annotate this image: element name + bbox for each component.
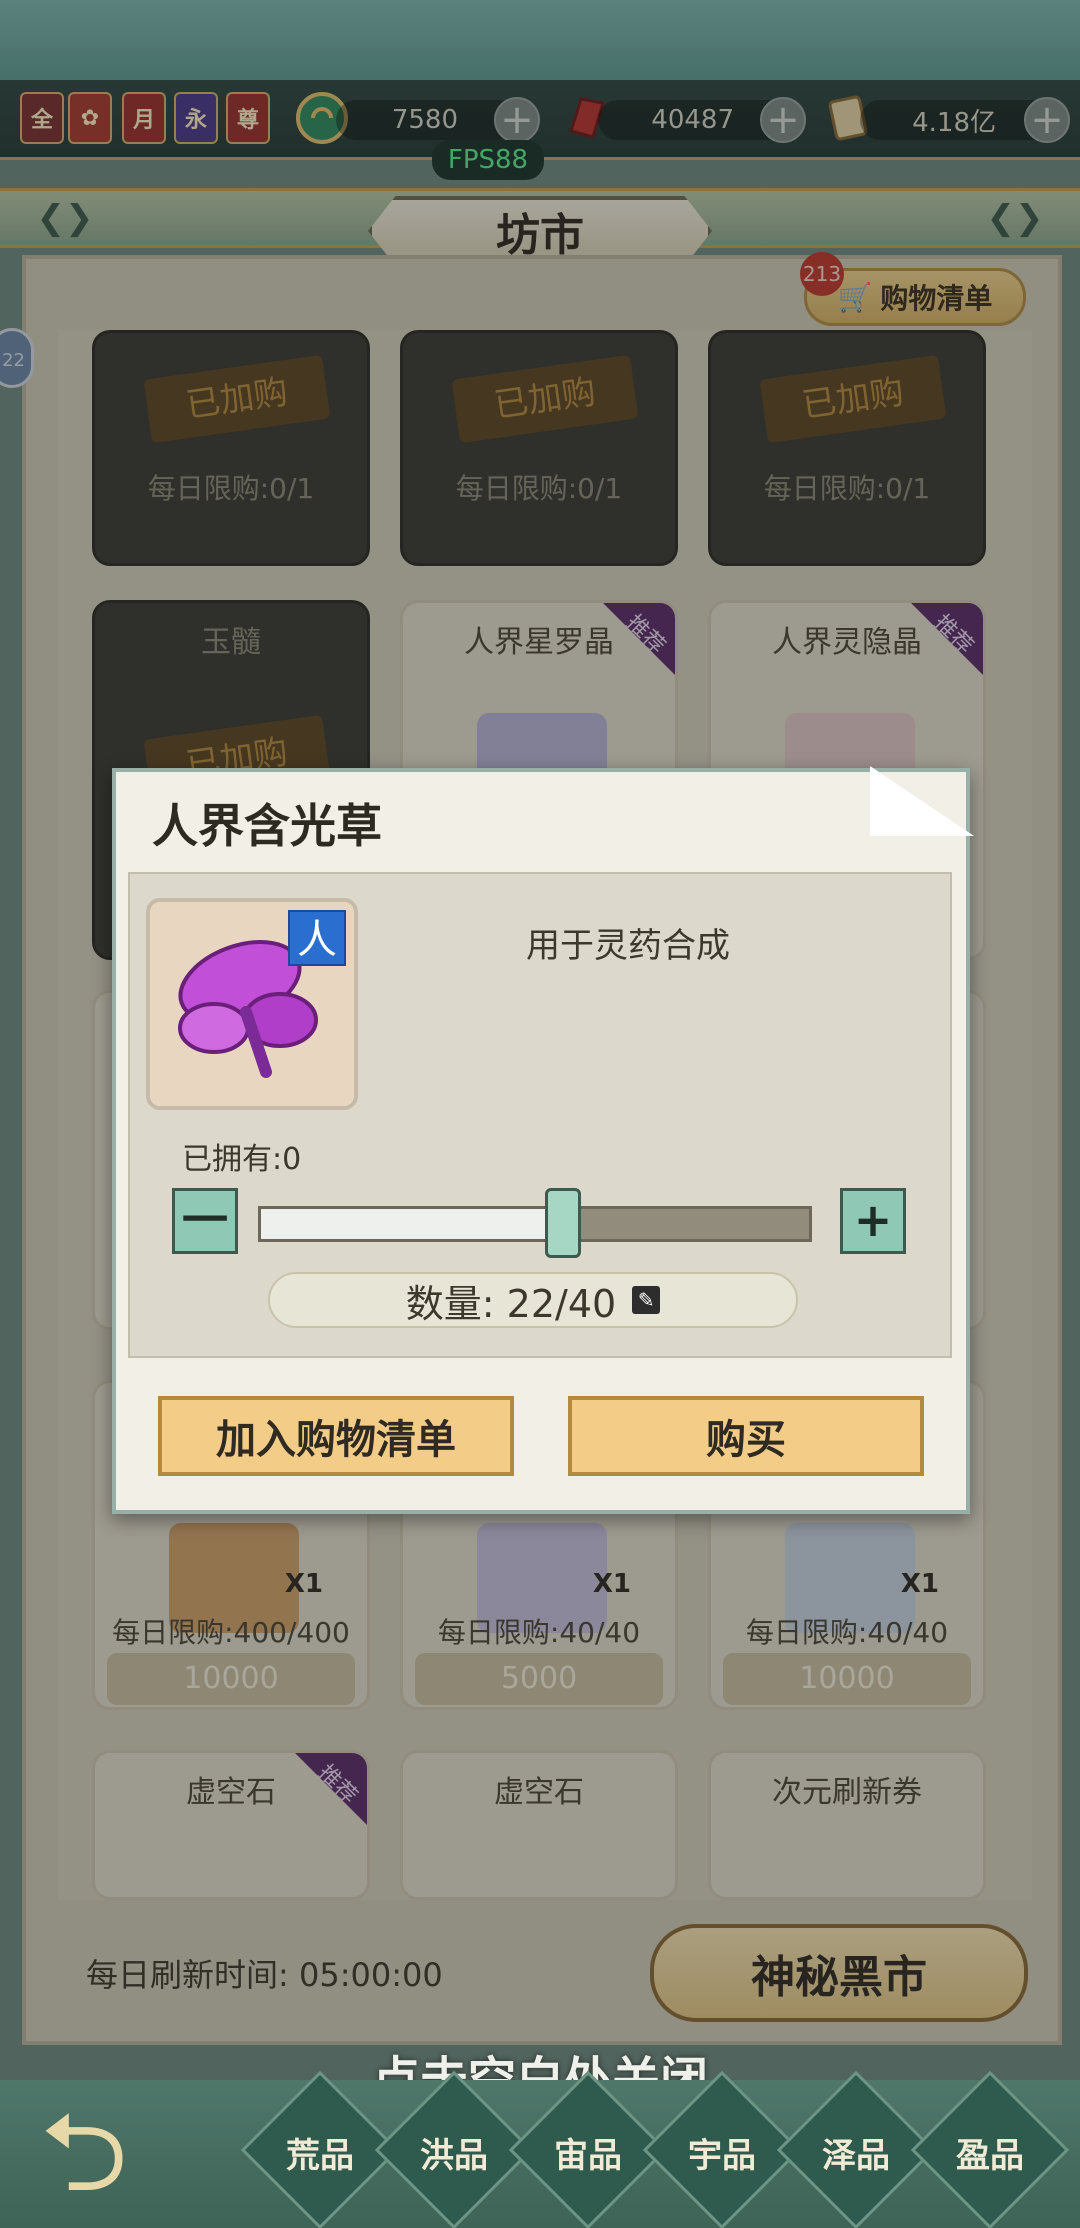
dialog-title: 人界含光草 — [152, 799, 382, 853]
quantity-display[interactable]: 数量: 22/40 ✎ — [268, 1272, 798, 1328]
tier-badge: 人 — [288, 910, 346, 966]
edit-icon[interactable]: ✎ — [632, 1286, 661, 1314]
decrease-button[interactable]: 一 — [172, 1188, 238, 1254]
slider-handle[interactable] — [544, 1188, 581, 1258]
nav-tab-label[interactable]: 荒品 — [264, 2128, 376, 2177]
quantity-slider[interactable] — [258, 1206, 812, 1242]
nav-tab-label[interactable]: 宙品 — [532, 2128, 644, 2177]
nav-tab-label[interactable]: 洪品 — [398, 2128, 510, 2177]
increase-button[interactable]: + — [840, 1188, 906, 1254]
nav-tab-label[interactable]: 泽品 — [800, 2128, 912, 2177]
nav-tab-label[interactable]: 盈品 — [934, 2128, 1046, 2177]
buy-button[interactable]: 购买 — [568, 1396, 924, 1476]
nav-tab-label[interactable]: 宇品 — [666, 2128, 778, 2177]
item-description: 用于灵药合成 — [526, 926, 730, 966]
slider-fill — [261, 1209, 563, 1239]
add-to-cart-button[interactable]: 加入购物清单 — [158, 1396, 514, 1476]
quantity-label: 数量: 22/40 — [405, 1281, 617, 1326]
back-arrow-icon[interactable]: ⮌ — [40, 2092, 240, 2212]
owned-count: 已拥有:0 — [182, 1142, 302, 1177]
